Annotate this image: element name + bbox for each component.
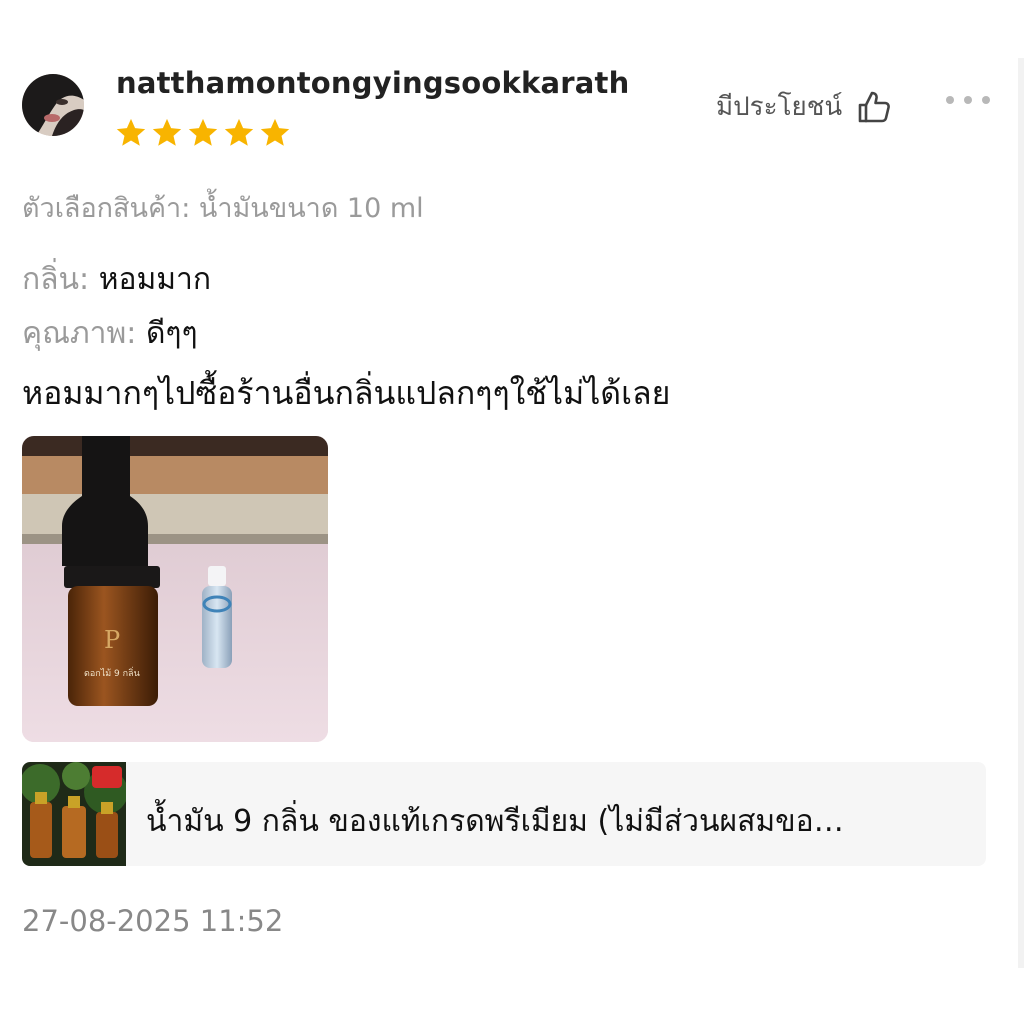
attribute-label: คุณภาพ:	[22, 316, 146, 351]
review-photo-image: P ดอกไม้ 9 กลิ่น	[22, 436, 328, 742]
attribute-label: กลิ่น:	[22, 262, 99, 297]
attribute-scent: กลิ่น: หอมมาก	[22, 256, 211, 303]
avatar[interactable]	[22, 74, 84, 136]
product-variation: ตัวเลือกสินค้า: น้ำมันขนาด 10 ml	[22, 193, 424, 224]
username[interactable]: natthamontongyingsookkarath	[116, 66, 629, 100]
svg-text:P: P	[104, 626, 120, 654]
review-card: natthamontongyingsookkarath มีประโยชน์ ต…	[0, 0, 1024, 1024]
review-photo[interactable]: P ดอกไม้ 9 กลิ่น	[22, 436, 328, 742]
product-name: น้ำมัน 9 กลิ่น ของแท้เกรดพรีเมียม (ไม่มี…	[146, 804, 844, 839]
review-comment: หอมมากๆไปซื้อร้านอื่นกลิ่นแปลกๆๆใช้ไม่ได…	[22, 374, 671, 412]
star-icon	[260, 118, 290, 146]
star-icon	[188, 118, 218, 146]
thumbs-up-icon	[858, 91, 891, 122]
review-timestamp: 27-08-2025 11:52	[22, 904, 284, 938]
attribute-quality: คุณภาพ: ดีๆๆ	[22, 310, 198, 357]
helpful-label: มีประโยชน์	[716, 92, 843, 122]
star-icon	[116, 118, 146, 146]
helpful-button[interactable]: มีประโยชน์	[716, 86, 892, 127]
star-icon	[224, 118, 254, 146]
product-link-card[interactable]: น้ำมัน 9 กลิ่น ของแท้เกรดพรีเมียม (ไม่มี…	[22, 762, 986, 866]
avatar-image	[22, 74, 84, 136]
attribute-value: ดีๆๆ	[145, 316, 198, 351]
more-options-icon[interactable]	[944, 86, 992, 114]
attribute-value: หอมมาก	[98, 262, 212, 297]
product-thumbnail	[22, 762, 126, 866]
scrollbar-track	[1018, 58, 1024, 968]
star-icon	[152, 118, 182, 146]
star-rating	[114, 116, 292, 152]
